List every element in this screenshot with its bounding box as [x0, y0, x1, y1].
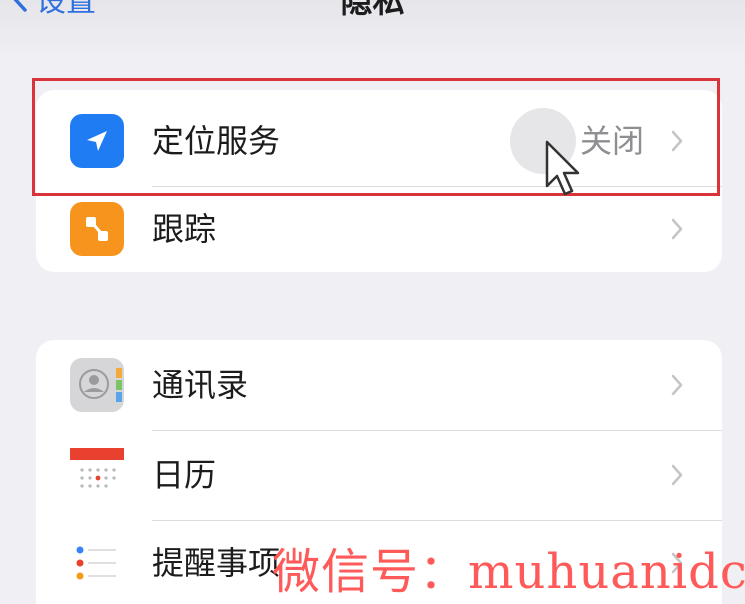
row-calendar[interactable]: 日历	[36, 430, 722, 520]
row-contacts[interactable]: 通讯录	[36, 340, 722, 430]
watermark-text: 微信号：muhuanidc	[272, 544, 745, 600]
row-tracking[interactable]: 跟踪	[36, 186, 722, 272]
chevron-right-icon	[671, 374, 683, 396]
contacts-icon	[70, 358, 124, 412]
chevron-right-icon	[671, 464, 683, 486]
row-label: 提醒事项	[152, 544, 281, 582]
calendar-icon	[70, 448, 124, 502]
page-title: 隐私	[340, 0, 405, 20]
chevron-right-icon	[671, 218, 683, 240]
highlight-box	[32, 78, 720, 196]
row-label: 通讯录	[152, 366, 249, 404]
row-label: 跟踪	[152, 210, 217, 248]
tracking-icon	[70, 202, 124, 256]
cursor-arrow-icon	[545, 140, 580, 196]
row-label: 日历	[152, 456, 217, 494]
navigation-bar: 设置 隐私	[0, 0, 745, 60]
reminders-icon	[70, 536, 124, 590]
